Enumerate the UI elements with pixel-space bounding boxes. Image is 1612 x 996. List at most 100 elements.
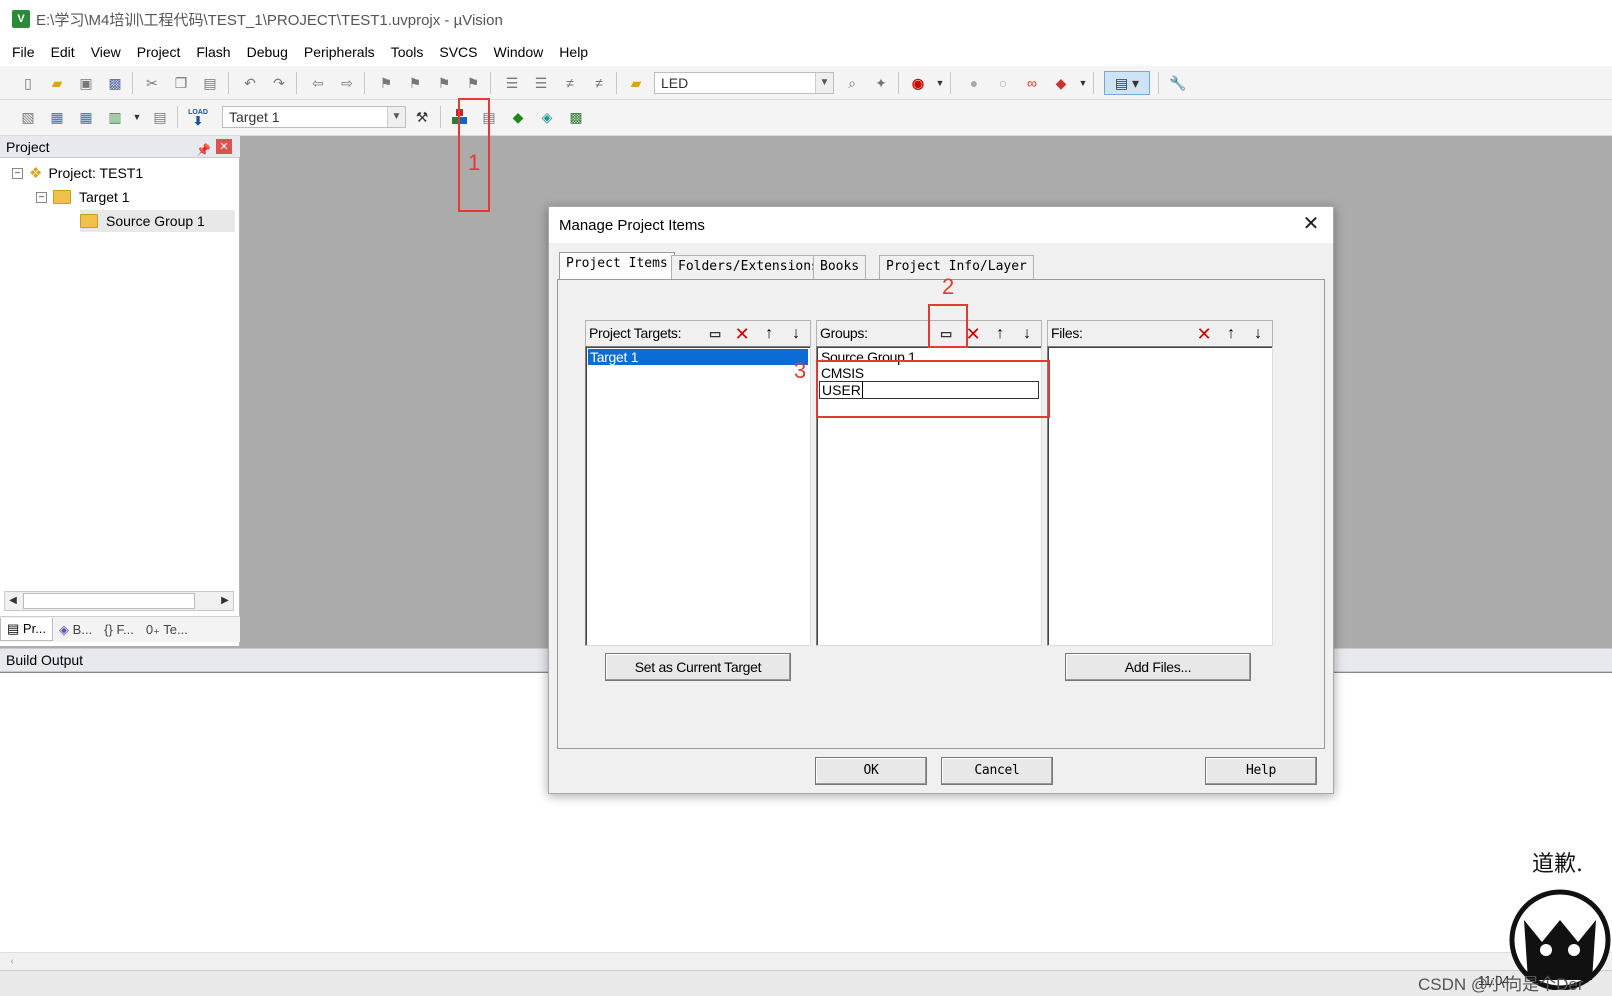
- download-icon[interactable]: LOAD ⬇: [186, 105, 210, 129]
- target-options-icon[interactable]: ⚒: [410, 105, 434, 129]
- collapse-icon[interactable]: −: [36, 191, 47, 203]
- cancel-button[interactable]: Cancel: [941, 757, 1053, 785]
- chevron-down-icon[interactable]: ▼: [928, 71, 952, 95]
- comment-icon[interactable]: ≠: [558, 71, 582, 95]
- bookmark-next-icon[interactable]: ⚑: [432, 71, 456, 95]
- find-icon[interactable]: ⌕: [840, 71, 864, 95]
- build-output-scrollbar[interactable]: ‹: [0, 952, 1612, 970]
- add-files-button[interactable]: Add Files...: [1065, 653, 1251, 681]
- incremental-find-icon[interactable]: ✦: [869, 71, 893, 95]
- chevron-down-icon[interactable]: ▼: [387, 107, 405, 127]
- tab-functions[interactable]: {} F...: [98, 622, 140, 637]
- groups-label: Groups:: [820, 325, 868, 341]
- scroll-left-icon[interactable]: ◀: [5, 593, 21, 609]
- bookmark-insert-icon[interactable]: ⚑: [374, 71, 398, 95]
- navigate-forward-icon[interactable]: ⇨: [335, 71, 359, 95]
- insert-breakpoint-icon[interactable]: ●: [962, 71, 986, 95]
- collapse-icon[interactable]: −: [12, 167, 23, 179]
- menu-project[interactable]: Project: [129, 44, 189, 60]
- pack-installer-icon[interactable]: ◆: [506, 105, 530, 129]
- tab-project-items[interactable]: Project Items: [559, 252, 675, 280]
- move-down-icon[interactable]: ↓: [1016, 324, 1038, 344]
- menu-debug[interactable]: Debug: [239, 44, 296, 60]
- batch-build-icon[interactable]: ▥: [103, 105, 127, 129]
- menu-file[interactable]: File: [4, 44, 43, 60]
- move-up-icon[interactable]: ↑: [1220, 324, 1242, 344]
- menu-peripherals[interactable]: Peripherals: [296, 44, 383, 60]
- new-file-icon[interactable]: ▯: [16, 71, 40, 95]
- navigate-back-icon[interactable]: ⇦: [306, 71, 330, 95]
- annotation-number-3: 3: [794, 358, 807, 383]
- chevron-down-icon[interactable]: ▼: [125, 105, 149, 129]
- chevron-down-icon[interactable]: ▼: [815, 73, 833, 93]
- targets-list[interactable]: Target 1: [585, 346, 811, 646]
- scrollbar-thumb[interactable]: [23, 593, 195, 609]
- configure-icon[interactable]: 🔧: [1166, 71, 1190, 95]
- menu-svcs[interactable]: SVCS: [431, 44, 485, 60]
- indent-icon[interactable]: ☰: [500, 71, 524, 95]
- target-select[interactable]: Target 1 ▼: [222, 106, 406, 128]
- tree-item-target[interactable]: − Target 1: [36, 186, 130, 208]
- list-item[interactable]: Target 1: [588, 349, 808, 365]
- files-list[interactable]: [1047, 346, 1273, 646]
- close-icon[interactable]: ✕: [216, 139, 232, 154]
- bookmark-clear-icon[interactable]: ⚑: [461, 71, 485, 95]
- kill-breakpoints-icon[interactable]: ◆: [1049, 71, 1073, 95]
- tab-project[interactable]: project-icon▤ Pr...: [0, 618, 54, 641]
- copy-icon[interactable]: ❐: [169, 71, 193, 95]
- tab-folders-extensions[interactable]: Folders/Extensions: [671, 255, 826, 279]
- undo-icon[interactable]: ↶: [238, 71, 262, 95]
- rebuild-icon[interactable]: ▦: [74, 105, 98, 129]
- menu-edit[interactable]: Edit: [43, 44, 83, 60]
- stop-build-icon[interactable]: ▤: [148, 105, 172, 129]
- find-in-files-icon[interactable]: ▰: [624, 71, 648, 95]
- tab-books[interactable]: ◈ B...: [53, 622, 98, 638]
- select-software-packs-icon[interactable]: ◈: [535, 105, 559, 129]
- menu-flash[interactable]: Flash: [188, 44, 238, 60]
- menu-help[interactable]: Help: [551, 44, 596, 60]
- save-all-icon[interactable]: ▩: [103, 71, 127, 95]
- tree-item-group[interactable]: Source Group 1: [80, 210, 235, 232]
- menu-tools[interactable]: Tools: [383, 44, 432, 60]
- move-down-icon[interactable]: ↓: [1247, 324, 1269, 344]
- chevron-down-icon[interactable]: ▼: [1071, 71, 1095, 95]
- taskbar: 11:04: [0, 970, 1612, 996]
- bookmark-previous-icon[interactable]: ⚑: [403, 71, 427, 95]
- start-debug-icon[interactable]: ◉: [906, 71, 930, 95]
- help-button[interactable]: Help: [1205, 757, 1317, 785]
- new-target-icon[interactable]: ▭: [704, 324, 726, 344]
- enable-breakpoint-icon[interactable]: ○: [991, 71, 1015, 95]
- move-up-icon[interactable]: ↑: [989, 324, 1011, 344]
- pin-icon[interactable]: 📌: [196, 139, 211, 157]
- horizontal-scrollbar[interactable]: ◀ ▶: [4, 591, 234, 611]
- close-icon[interactable]: ✕: [1299, 213, 1323, 237]
- tab-templates[interactable]: 0₊ Te...: [140, 622, 194, 638]
- scroll-right-icon[interactable]: ▶: [217, 593, 233, 609]
- delete-file-icon[interactable]: ✕: [1193, 324, 1215, 344]
- build-icon[interactable]: ▦: [45, 105, 69, 129]
- scroll-left-icon[interactable]: ‹: [4, 954, 20, 970]
- save-icon[interactable]: ▣: [74, 71, 98, 95]
- paste-icon[interactable]: ▤: [198, 71, 222, 95]
- find-combo[interactable]: LED ▼: [654, 72, 834, 94]
- menu-view[interactable]: View: [83, 44, 129, 60]
- tab-project-info-layer[interactable]: Project Info/Layer: [879, 255, 1034, 279]
- unindent-icon[interactable]: ☰: [529, 71, 553, 95]
- move-down-icon[interactable]: ↓: [785, 324, 807, 344]
- move-up-icon[interactable]: ↑: [758, 324, 780, 344]
- ok-button[interactable]: OK: [815, 757, 927, 785]
- menu-window[interactable]: Window: [486, 44, 552, 60]
- tab-project-items-label: Project Items: [566, 256, 668, 271]
- manage-run-time-environment-icon[interactable]: ▩: [564, 105, 588, 129]
- disable-breakpoints-icon[interactable]: ∞: [1020, 71, 1044, 95]
- translate-icon[interactable]: ▧: [16, 105, 40, 129]
- tree-item-project[interactable]: − ❖ Project: TEST1: [12, 162, 143, 184]
- delete-target-icon[interactable]: ✕: [731, 324, 753, 344]
- window-layout-icon[interactable]: ▤ ▾: [1104, 71, 1150, 95]
- tab-books[interactable]: Books: [813, 255, 867, 279]
- open-folder-icon[interactable]: ▰: [45, 71, 69, 95]
- redo-icon[interactable]: ↷: [267, 71, 291, 95]
- cut-icon[interactable]: ✂: [140, 71, 164, 95]
- set-as-current-target-button[interactable]: Set as Current Target: [605, 653, 791, 681]
- uncomment-icon[interactable]: ≠: [587, 71, 611, 95]
